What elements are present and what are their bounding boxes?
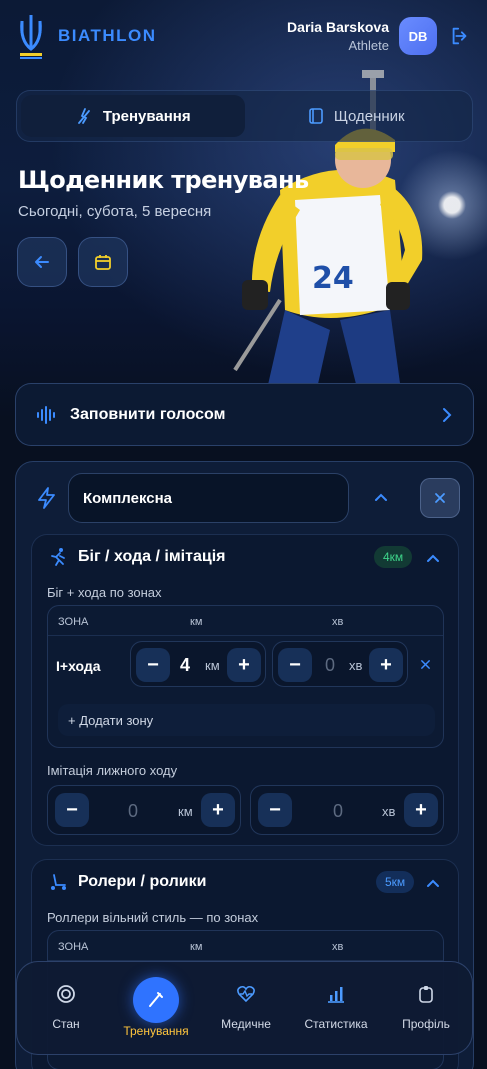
badge-icon (419, 986, 433, 1003)
column-km: км (190, 616, 203, 628)
user-info: Daria Barskova Athlete (287, 19, 389, 53)
km-stepper: − 4 км + (130, 641, 266, 687)
imitation-min-value[interactable]: 0 (333, 801, 343, 822)
imitation-min-stepper: − 0 хв + (250, 785, 444, 835)
distance-badge: 5км (376, 871, 415, 893)
nav-label: Медичне (221, 1017, 271, 1031)
zone-table-header: ЗОНА км хв (48, 606, 443, 636)
top-bar: BIATHLON Daria Barskova Athlete DB (0, 0, 487, 72)
roller-ski-icon (51, 874, 66, 890)
logout-icon[interactable] (449, 25, 471, 47)
section-rollers-header[interactable]: Ролери / ролики (48, 860, 206, 904)
chevron-up-icon[interactable] (374, 492, 388, 502)
training-type-select[interactable]: Комплексна (68, 473, 349, 523)
nav-item-statistics[interactable]: Статистика (291, 962, 381, 1056)
chevron-up-icon[interactable] (426, 553, 440, 563)
min-unit: хв (349, 658, 363, 673)
nav-label: Тренування (123, 1024, 189, 1038)
tab-bar: Тренування Щоденник (16, 90, 473, 142)
decrement-button[interactable]: − (136, 648, 170, 682)
column-km: км (190, 941, 203, 953)
sound-wave-icon (37, 405, 55, 424)
section-running-header[interactable]: Біг / хода / імітація (48, 535, 225, 579)
tab-diary-label: Щоденник (333, 107, 405, 125)
pen-icon (149, 992, 163, 1007)
heart-pulse-icon (237, 985, 255, 1003)
arrow-left-icon (35, 256, 49, 268)
tab-diary[interactable]: Щоденник (245, 95, 469, 137)
calendar-icon (95, 255, 111, 270)
decrement-button[interactable]: − (55, 793, 89, 827)
section-running-title: Біг / хода / імітація (78, 548, 226, 565)
lightning-icon (38, 487, 55, 509)
tab-training[interactable]: Тренування (21, 95, 245, 137)
zone-name: І+хода (56, 658, 101, 674)
voice-fill-button[interactable]: Заповнити голосом (15, 383, 474, 446)
runner-icon (51, 548, 65, 566)
tab-training-label: Тренування (102, 107, 191, 125)
svg-text:24: 24 (312, 261, 354, 296)
km-unit: км (205, 658, 220, 673)
increment-button[interactable]: + (227, 648, 261, 682)
chevron-right-icon (443, 407, 452, 422)
back-button[interactable] (17, 237, 67, 287)
remove-type-button[interactable] (420, 478, 460, 518)
imitation-km-value[interactable]: 0 (128, 801, 138, 822)
imitation-km-unit: км (178, 804, 193, 819)
ski-athlete-icon (77, 108, 90, 124)
column-min: хв (332, 941, 344, 953)
notebook-icon (309, 108, 323, 124)
close-icon (435, 493, 445, 503)
nav-label: Профіль (402, 1017, 450, 1031)
column-zone: ЗОНА (58, 941, 89, 953)
column-min: хв (332, 616, 344, 628)
column-zone: ЗОНА (58, 616, 89, 628)
nav-item-training[interactable]: Тренування (111, 962, 201, 1056)
increment-button[interactable]: + (201, 793, 235, 827)
nav-item-profile[interactable]: Профіль (381, 962, 471, 1056)
nav-label: Стан (52, 1017, 80, 1031)
nav-label: Статистика (304, 1017, 368, 1031)
min-value[interactable]: 0 (325, 655, 335, 676)
zone-table: ЗОНА км хв І+хода − 4 км + − 0 хв + + До… (47, 605, 444, 748)
km-value[interactable]: 4 (180, 655, 190, 676)
avatar[interactable]: DB (399, 17, 437, 55)
distance-badge: 4км (374, 546, 413, 568)
trident-logo-icon (20, 15, 42, 59)
section-rollers-subtitle: Роллери вільний стиль — по зонах (47, 910, 259, 925)
add-zone-button[interactable]: + Додати зону (58, 704, 435, 736)
bottom-nav: Стан Тренування Медичне Статистика Профі… (16, 961, 473, 1055)
min-stepper: − 0 хв + (272, 641, 408, 687)
page-subtitle: Сьогодні, субота, 5 вересня (18, 203, 212, 220)
increment-button[interactable]: + (369, 648, 403, 682)
calendar-button[interactable] (78, 237, 128, 287)
section-rollers-title: Ролери / ролики (78, 873, 207, 890)
user-name: Daria Barskova (287, 19, 389, 35)
section-running-subtitle: Біг + хода по зонах (47, 585, 162, 600)
imitation-km-stepper: − 0 км + (47, 785, 241, 835)
decrement-button[interactable]: − (278, 648, 312, 682)
chevron-up-icon[interactable] (426, 878, 440, 888)
target-icon (57, 985, 75, 1003)
increment-button[interactable]: + (404, 793, 438, 827)
page-title: Щоденник тренувань (18, 166, 309, 194)
voice-fill-label: Заповнити голосом (70, 405, 226, 423)
brand-name: BIATHLON (58, 26, 157, 45)
bar-chart-icon (328, 987, 344, 1003)
training-type-row: Комплексна (16, 462, 475, 534)
imitation-min-unit: хв (382, 804, 396, 819)
nav-item-status[interactable]: Стан (21, 962, 111, 1056)
nav-item-medical[interactable]: Медичне (201, 962, 291, 1056)
remove-zone-icon[interactable] (420, 659, 431, 670)
imitation-label: Імітація лижного ходу (47, 763, 178, 778)
user-role: Athlete (348, 38, 389, 53)
nav-fab (133, 977, 179, 1023)
decrement-button[interactable]: − (258, 793, 292, 827)
section-running: Біг / хода / імітація 4км Біг + хода по … (31, 534, 459, 846)
zone-table-header: ЗОНА км хв (48, 931, 443, 961)
